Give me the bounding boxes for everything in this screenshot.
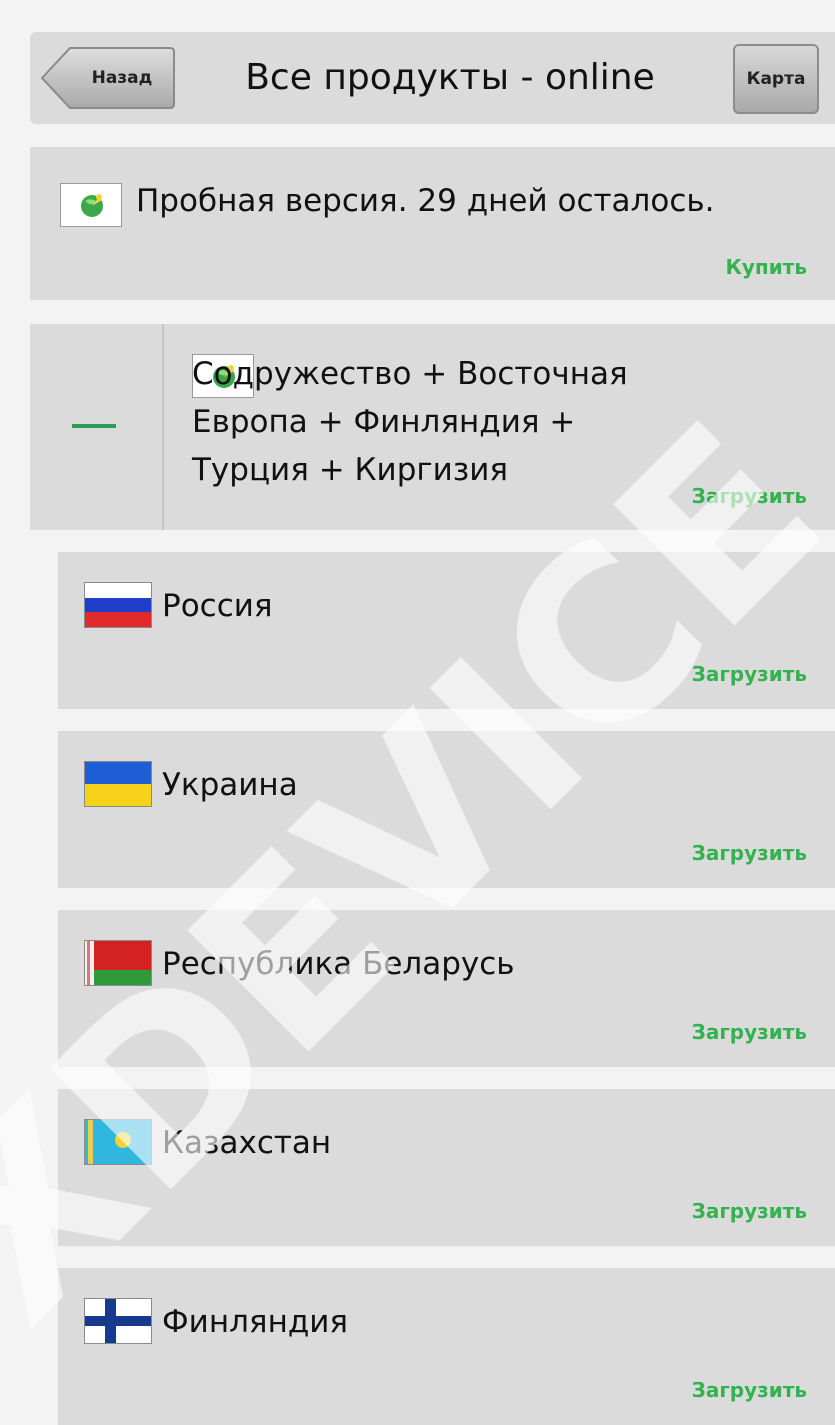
country-name: Россия	[162, 588, 273, 624]
country-name: Украина	[162, 767, 298, 803]
globe-icon	[60, 183, 122, 227]
page-title: Все продукты - online	[245, 57, 655, 98]
buy-link[interactable]: Купить	[726, 255, 807, 279]
trial-panel: Пробная версия. 29 дней осталось. Купить	[30, 147, 835, 300]
finland-flag-icon	[84, 1298, 152, 1344]
kazakhstan-flag-icon	[84, 1119, 152, 1165]
country-name: Казахстан	[162, 1125, 332, 1161]
list-item-russia[interactable]: Россия Загрузить	[58, 552, 835, 709]
back-button[interactable]: Назад	[40, 46, 176, 110]
belarus-flag-icon	[84, 940, 152, 986]
list-item-kazakhstan[interactable]: Казахстан Загрузить	[58, 1089, 835, 1246]
download-link[interactable]: Загрузить	[692, 841, 807, 865]
download-link[interactable]: Загрузить	[692, 1378, 807, 1402]
download-link[interactable]: Загрузить	[692, 662, 807, 686]
download-link[interactable]: Загрузить	[692, 1020, 807, 1044]
map-button[interactable]: Карта	[733, 44, 819, 114]
back-button-label: Назад	[91, 68, 153, 88]
country-name: Республика Беларусь	[162, 946, 515, 982]
collapse-button[interactable]	[30, 324, 164, 530]
list-item-belarus[interactable]: Республика Беларусь Загрузить	[58, 910, 835, 1067]
russia-flag-icon	[84, 582, 152, 628]
group-title: Содружество + Восточная Европа + Финлянд…	[192, 356, 628, 488]
trial-status-text: Пробная версия. 29 дней осталось.	[136, 183, 715, 219]
list-item-ukraine[interactable]: Украина Загрузить	[58, 731, 835, 888]
product-group: Содружество + Восточная Европа + Финлянд…	[30, 324, 835, 530]
top-bar: Назад Все продукты - online Карта	[30, 32, 835, 124]
minus-icon	[72, 424, 116, 428]
download-link[interactable]: Загрузить	[692, 1199, 807, 1223]
country-name: Финляндия	[162, 1304, 349, 1340]
ukraine-flag-icon	[84, 761, 152, 807]
group-download-link[interactable]: Загрузить	[692, 484, 807, 508]
list-item-finland[interactable]: Финляндия Загрузить	[58, 1268, 835, 1425]
